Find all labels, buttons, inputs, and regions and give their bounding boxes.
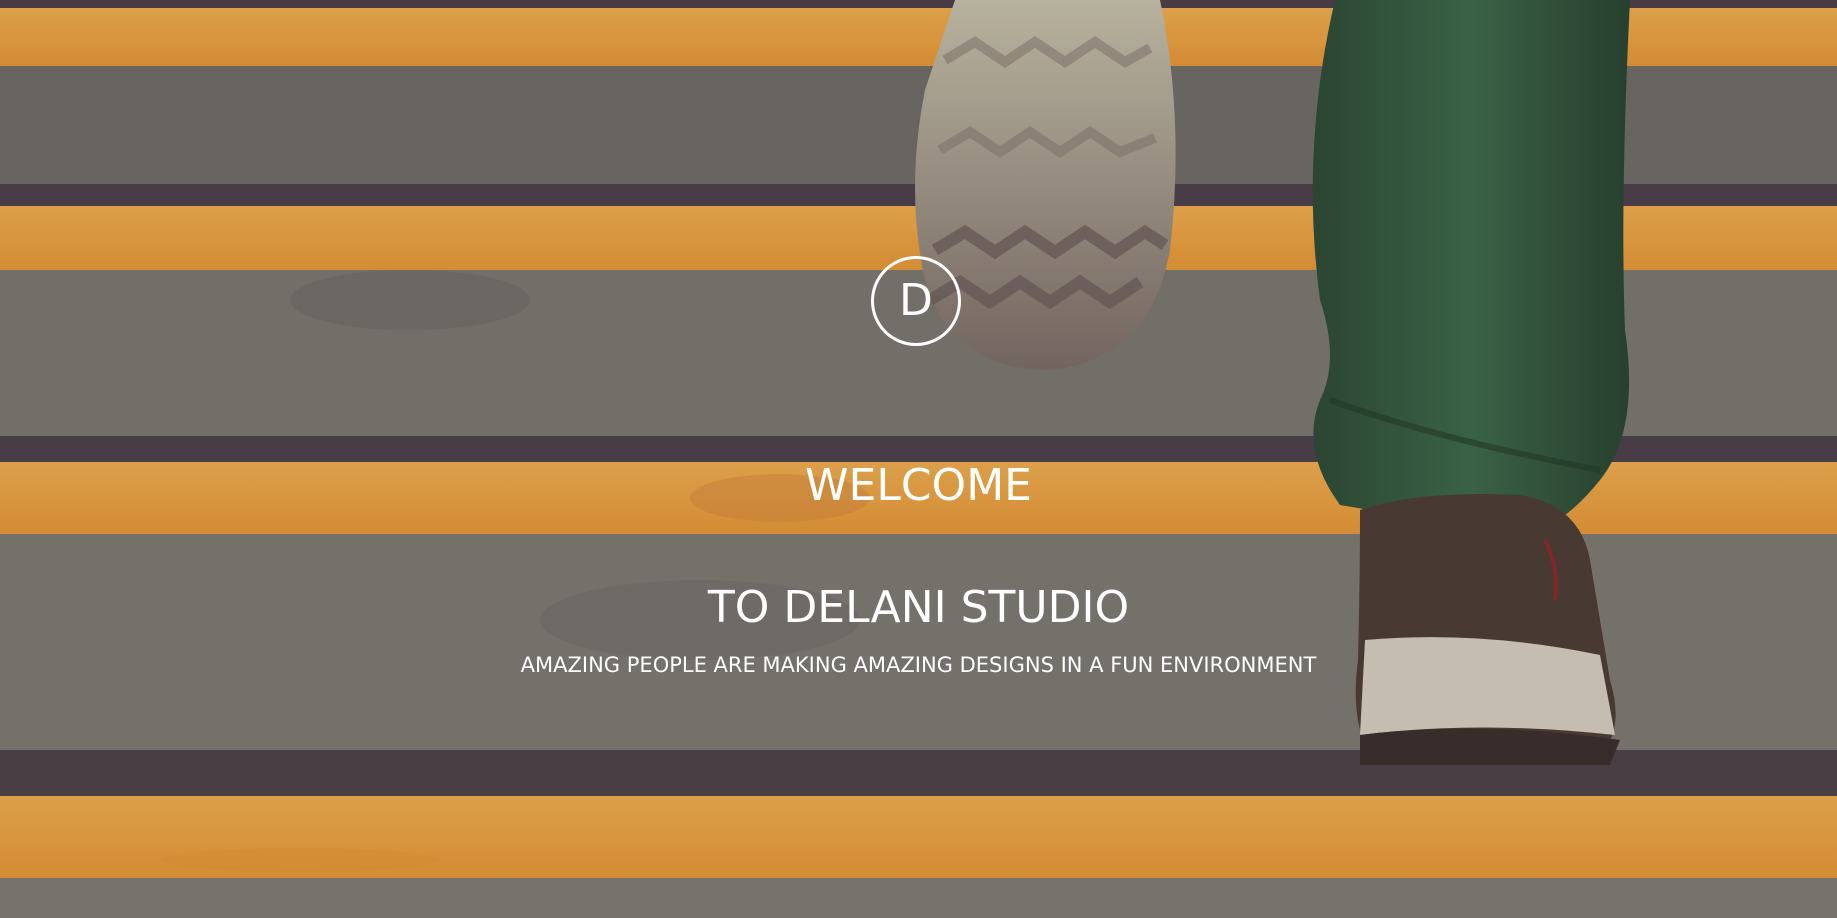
tagline-text: AMAZING PEOPLE ARE MAKING AMAZING DESIGN… [520,653,1317,677]
brand-logo[interactable]: D [871,256,961,346]
studio-heading: TO DELANI STUDIO [707,582,1130,633]
logo-letter: D [899,275,933,326]
hero-content: D WELCOME TO DELANI STUDIO AMAZING PEOPL… [0,0,1837,918]
welcome-heading: WELCOME [805,460,1032,511]
hero-section: D WELCOME TO DELANI STUDIO AMAZING PEOPL… [0,0,1837,918]
